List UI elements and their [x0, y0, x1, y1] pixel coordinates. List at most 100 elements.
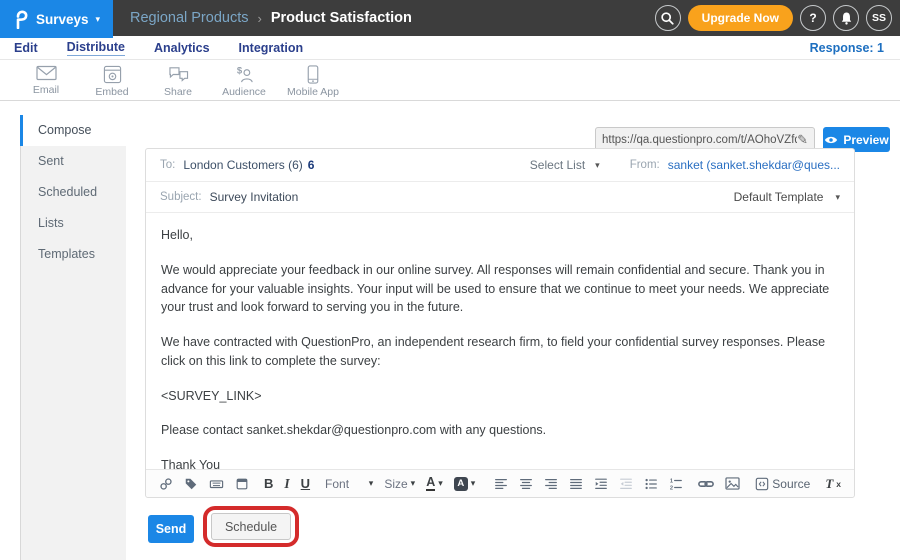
surveys-menu-button[interactable]: Surveys ▾ [0, 0, 113, 38]
survey-url-input[interactable] [602, 134, 797, 146]
italic-button[interactable]: I [284, 476, 289, 492]
bold-button[interactable]: B [264, 476, 273, 491]
mode-mobile-app[interactable]: Mobile App [281, 65, 345, 98]
source-button[interactable]: Source [755, 477, 810, 491]
mobile-app-icon [307, 65, 319, 84]
text-color-button[interactable]: A ▾ [426, 476, 443, 492]
underline-button[interactable]: U [301, 476, 310, 491]
body-paragraph: We would appreciate your feedback in our… [161, 261, 839, 317]
keyboard-button[interactable] [209, 477, 224, 491]
insert-image-button[interactable] [725, 477, 740, 490]
mode-label: Embed [95, 86, 128, 98]
outdent-icon [619, 477, 633, 491]
from-label: From: [630, 159, 660, 171]
align-center-icon [519, 477, 533, 491]
notifications-button[interactable] [833, 5, 859, 31]
chevron-down-icon: ▾ [96, 15, 101, 24]
outdent-button[interactable] [619, 477, 633, 491]
sidebar-item-compose[interactable]: Compose [20, 115, 126, 146]
remove-format-button[interactable]: Tx [825, 476, 841, 492]
avatar[interactable]: SS [866, 5, 892, 31]
align-right-icon [544, 477, 558, 491]
survey-nav: Edit Distribute Analytics Integration Re… [0, 36, 900, 60]
tag-icon [184, 477, 198, 491]
justify-button[interactable] [569, 477, 583, 491]
background-color-button[interactable]: A ▾ [454, 477, 476, 491]
to-label: To: [160, 159, 175, 171]
template-dropdown[interactable]: Default Template ▾ [734, 190, 840, 204]
keyboard-icon [209, 477, 224, 491]
mode-share[interactable]: Share [146, 65, 210, 98]
audience-icon: $ [234, 65, 255, 84]
subject-label: Subject: [160, 191, 202, 203]
schedule-annotation-highlight: Schedule [203, 506, 299, 547]
to-value[interactable]: London Customers (6) [183, 158, 302, 172]
tab-edit[interactable]: Edit [14, 41, 38, 55]
avatar-initials: SS [872, 12, 886, 24]
numbered-list-icon: 12 [669, 477, 683, 491]
background-color-icon: A [454, 477, 468, 491]
sidebar-item-templates[interactable]: Templates [21, 239, 126, 270]
sidebar-item-lists[interactable]: Lists [21, 208, 126, 239]
size-dropdown[interactable]: Size ▾ [384, 477, 415, 491]
help-button[interactable]: ? [800, 5, 826, 31]
body-paragraph: We have contracted with QuestionPro, an … [161, 333, 839, 371]
embed-icon [103, 65, 122, 84]
mode-label: Mobile App [287, 86, 339, 98]
email-body-editor[interactable]: Hello, We would appreciate your feedback… [146, 213, 854, 469]
indent-button[interactable] [594, 477, 608, 491]
body-paragraph: <SURVEY_LINK> [161, 387, 839, 406]
email-icon [36, 65, 57, 82]
justify-icon [569, 477, 583, 491]
body-paragraph: Please contact sanket.shekdar@questionpr… [161, 421, 839, 440]
compose-panel: To: London Customers (6) 6 Select List ▾… [145, 148, 855, 498]
breadcrumb-parent[interactable]: Regional Products [130, 10, 249, 26]
window-icon [235, 477, 249, 491]
chevron-down-icon: ▾ [369, 479, 374, 488]
font-dropdown[interactable]: Font ▾ [325, 477, 373, 491]
mode-email[interactable]: Email [14, 65, 78, 96]
tab-distribute[interactable]: Distribute [67, 40, 125, 56]
tag-button[interactable] [184, 477, 198, 491]
schedule-button[interactable]: Schedule [211, 513, 291, 540]
chevron-down-icon: ▾ [438, 479, 443, 488]
align-left-button[interactable] [494, 477, 508, 491]
window-button[interactable] [235, 477, 249, 491]
header-actions: Upgrade Now ? SS [655, 5, 892, 31]
select-list-dropdown[interactable]: Select List ▾ [530, 158, 600, 172]
mode-label: Email [33, 84, 59, 96]
insert-link-button[interactable] [698, 478, 714, 490]
align-right-button[interactable] [544, 477, 558, 491]
mode-label: Audience [222, 86, 266, 98]
tab-integration[interactable]: Integration [239, 41, 304, 55]
recipient-count[interactable]: 6 [308, 158, 315, 172]
compose-actions: Send Schedule [148, 506, 299, 547]
chevron-down-icon: ▾ [411, 479, 416, 488]
numbered-list-button[interactable]: 12 [669, 477, 683, 491]
text-color-icon: A [426, 476, 435, 492]
subject-value[interactable]: Survey Invitation [210, 190, 299, 204]
upgrade-now-button[interactable]: Upgrade Now [688, 5, 793, 31]
mode-audience[interactable]: $ Audience [212, 65, 276, 98]
tab-analytics[interactable]: Analytics [154, 41, 210, 55]
eye-icon [824, 135, 838, 145]
font-dropdown-label: Font [325, 477, 349, 491]
mode-embed[interactable]: Embed [80, 65, 144, 98]
select-list-label: Select List [530, 158, 585, 172]
bullet-list-button[interactable] [644, 477, 658, 491]
edit-url-icon[interactable]: ✎ [797, 132, 808, 148]
search-button[interactable] [655, 5, 681, 31]
response-count[interactable]: Response: 1 [810, 41, 884, 55]
send-button[interactable]: Send [148, 515, 194, 543]
mode-label: Share [164, 86, 192, 98]
sidebar-item-sent[interactable]: Sent [21, 146, 126, 177]
align-center-button[interactable] [519, 477, 533, 491]
sidebar-item-scheduled[interactable]: Scheduled [21, 177, 126, 208]
share-icon [168, 65, 189, 84]
link-chain-button[interactable] [159, 477, 173, 491]
surveys-menu-label: Surveys [36, 12, 89, 27]
size-dropdown-label: Size [384, 477, 407, 491]
from-value[interactable]: sanket (sanket.shekdar@ques... [668, 158, 840, 172]
svg-text:1: 1 [670, 478, 673, 484]
top-header: Regional Products › Product Satisfaction… [0, 0, 900, 36]
